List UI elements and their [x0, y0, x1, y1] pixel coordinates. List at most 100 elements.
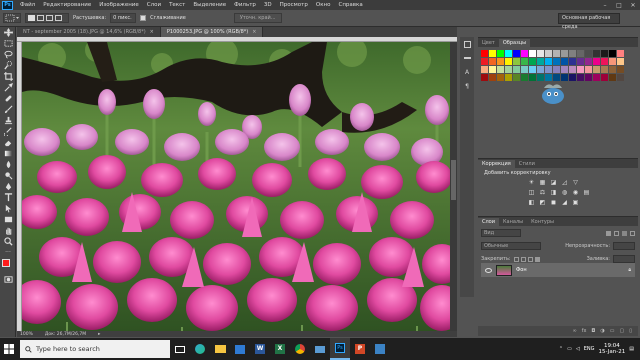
tab-adjustments[interactable]: Коррекция: [478, 160, 515, 168]
minimize-icon[interactable]: –: [598, 2, 612, 9]
subtract-selection-icon[interactable]: [46, 15, 53, 21]
swatch[interactable]: [545, 66, 552, 73]
clock[interactable]: 19:04 15-Jan-21: [599, 343, 626, 355]
word-icon[interactable]: W: [250, 338, 270, 360]
swatch[interactable]: [609, 58, 616, 65]
swatch[interactable]: [561, 58, 568, 65]
swatch[interactable]: [577, 74, 584, 81]
file-explorer-icon[interactable]: [210, 338, 230, 360]
swatch[interactable]: [489, 66, 496, 73]
swatch[interactable]: [497, 58, 504, 65]
tool-quick-select[interactable]: [0, 60, 16, 71]
swatch[interactable]: [601, 74, 608, 81]
swatch[interactable]: [609, 74, 616, 81]
filter-pixel-icon[interactable]: [606, 230, 611, 236]
new-selection-icon[interactable]: [28, 15, 35, 21]
close-icon[interactable]: ×: [150, 29, 154, 35]
tab-paths[interactable]: Контуры: [527, 218, 558, 226]
swatch[interactable]: [561, 74, 568, 81]
menu-window[interactable]: Окно: [312, 2, 335, 8]
close-icon[interactable]: ×: [252, 29, 256, 35]
tool-lasso[interactable]: [0, 49, 16, 60]
swatch[interactable]: [545, 50, 552, 57]
close-icon[interactable]: ✕: [626, 2, 640, 9]
swatch[interactable]: [577, 50, 584, 57]
edge-icon[interactable]: [190, 338, 210, 360]
tab-color[interactable]: Цвет: [478, 39, 499, 47]
swatch[interactable]: [577, 58, 584, 65]
swatch[interactable]: [569, 58, 576, 65]
swatch[interactable]: [593, 74, 600, 81]
swatch[interactable]: [593, 58, 600, 65]
threshold-icon[interactable]: ◼: [550, 199, 557, 206]
mail-icon[interactable]: [310, 338, 330, 360]
swatch[interactable]: [601, 66, 608, 73]
swatch[interactable]: [513, 58, 520, 65]
swatch[interactable]: [553, 66, 560, 73]
swatch[interactable]: [585, 58, 592, 65]
swatch[interactable]: [553, 50, 560, 57]
menu-edit[interactable]: Редактирование: [39, 2, 95, 8]
swatch[interactable]: [521, 74, 528, 81]
selective-color-icon[interactable]: ▣: [572, 199, 579, 206]
tool-history-brush[interactable]: [0, 126, 16, 137]
refine-edge-button[interactable]: Уточн. край...: [233, 13, 282, 23]
swatch[interactable]: [569, 66, 576, 73]
tool-healing[interactable]: [0, 93, 16, 104]
tool-hand[interactable]: [0, 225, 16, 236]
tab-channels[interactable]: Каналы: [499, 218, 527, 226]
tool-dodge[interactable]: [0, 170, 16, 181]
foreground-color[interactable]: [2, 259, 10, 267]
feather-input[interactable]: 0 пикс.: [110, 13, 137, 23]
tool-type[interactable]: [0, 192, 16, 203]
photo-filter-icon[interactable]: ◍: [561, 189, 568, 196]
swatch[interactable]: [537, 50, 544, 57]
tab-swatches[interactable]: Образцы: [498, 39, 531, 47]
color-lookup-icon[interactable]: ▤: [583, 189, 590, 196]
lock-pixels-icon[interactable]: [520, 256, 526, 262]
volume-icon[interactable]: ◁: [576, 346, 580, 352]
intersect-selection-icon[interactable]: [55, 15, 62, 21]
swatch[interactable]: [497, 50, 504, 57]
tool-path-select[interactable]: [0, 203, 16, 214]
hue-saturation-icon[interactable]: ◫: [528, 189, 535, 196]
swatch[interactable]: [497, 66, 504, 73]
swatch[interactable]: [585, 50, 592, 57]
swatch[interactable]: [481, 50, 488, 57]
vibrance-icon[interactable]: ▽: [572, 179, 579, 186]
invert-icon[interactable]: ◧: [528, 199, 535, 206]
swatch[interactable]: [545, 74, 552, 81]
swatch[interactable]: [505, 58, 512, 65]
swatch[interactable]: [545, 58, 552, 65]
new-layer-icon[interactable]: ▢: [620, 328, 625, 334]
swatch[interactable]: [537, 58, 544, 65]
tab-layers[interactable]: Слои: [478, 218, 499, 226]
posterize-icon[interactable]: ◩: [539, 199, 546, 206]
quick-mask-button[interactable]: [0, 274, 16, 285]
chrome-icon[interactable]: [290, 338, 310, 360]
exposure-icon[interactable]: ◿: [561, 179, 568, 186]
swatch[interactable]: [617, 58, 624, 65]
swatch[interactable]: [609, 50, 616, 57]
tool-pen[interactable]: [0, 181, 16, 192]
language-indicator[interactable]: ENG: [584, 346, 595, 352]
tool-preset-picker[interactable]: [3, 13, 21, 23]
swatch[interactable]: [553, 58, 560, 65]
swatch[interactable]: [505, 50, 512, 57]
notifications-icon[interactable]: ▤: [629, 346, 634, 352]
tool-eyedropper[interactable]: [0, 82, 16, 93]
adjustment-layer-icon[interactable]: ◑: [600, 328, 604, 334]
swatch[interactable]: [481, 74, 488, 81]
swatch[interactable]: [481, 58, 488, 65]
blend-mode-select[interactable]: Обычные: [481, 242, 541, 250]
swatch[interactable]: [617, 66, 624, 73]
app-icon[interactable]: [370, 338, 390, 360]
lock-position-icon[interactable]: [527, 256, 533, 262]
tool-marquee[interactable]: [0, 38, 16, 49]
menu-3d[interactable]: 3D: [260, 2, 276, 8]
lock-transparent-icon[interactable]: [513, 256, 519, 262]
swatch[interactable]: [553, 74, 560, 81]
layer-row-background[interactable]: Фон 🔒︎: [481, 263, 635, 277]
add-selection-icon[interactable]: [37, 15, 44, 21]
swatch[interactable]: [529, 74, 536, 81]
